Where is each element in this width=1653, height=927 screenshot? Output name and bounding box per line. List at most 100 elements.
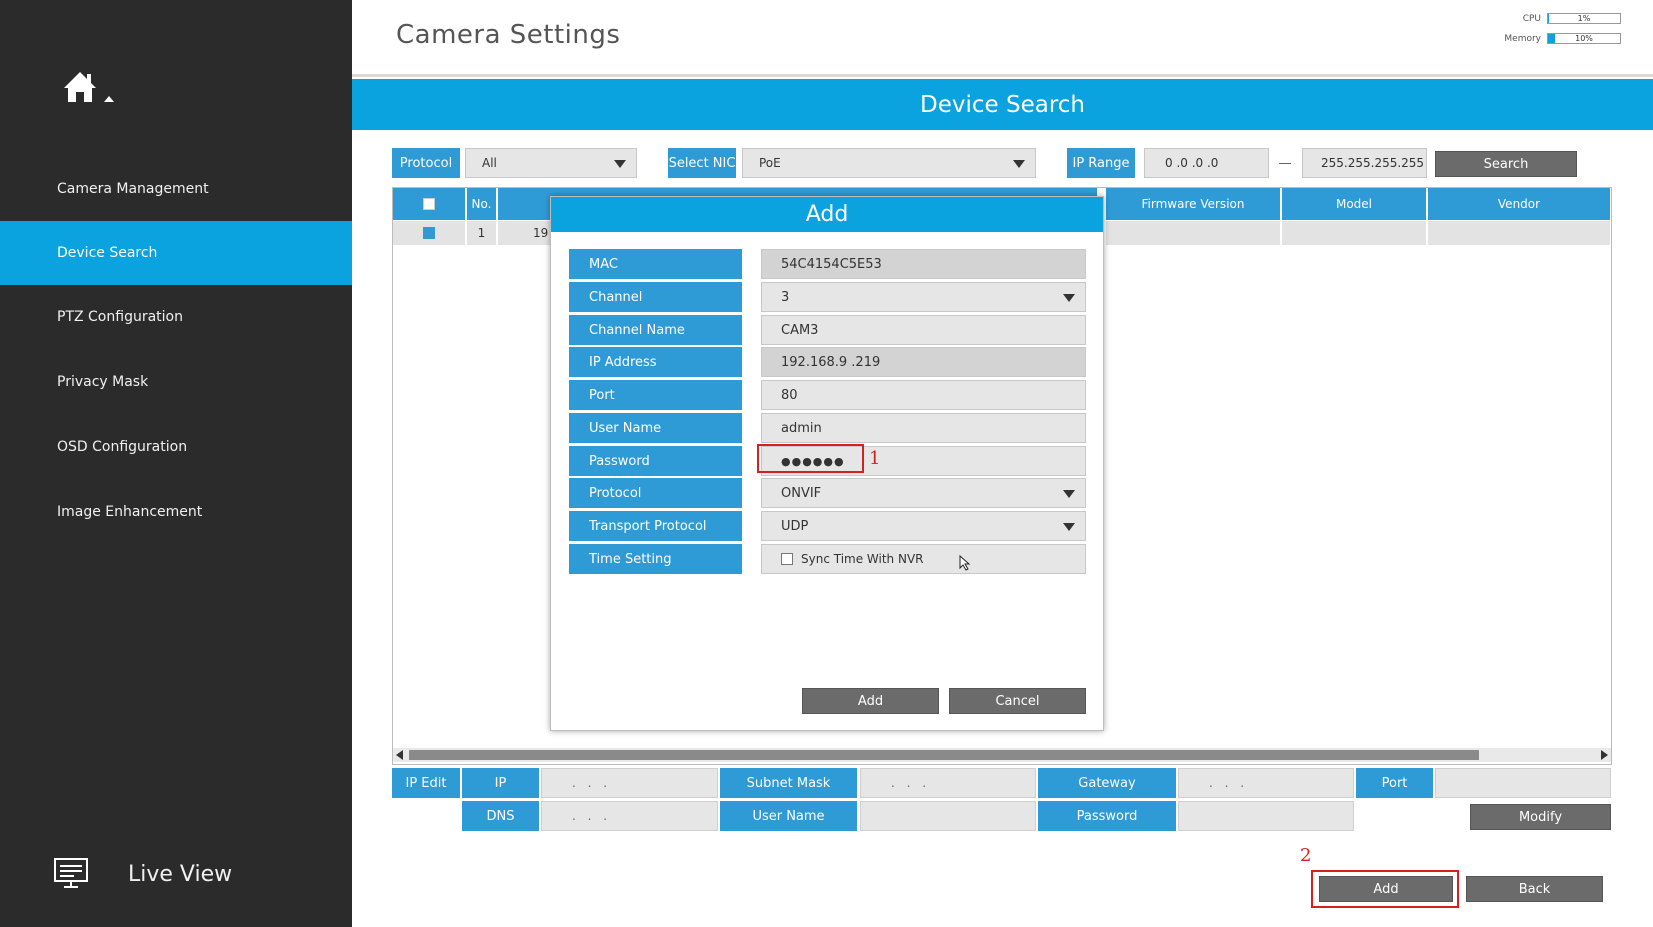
page-title: Camera Settings <box>396 20 621 50</box>
port-input[interactable] <box>1435 768 1611 798</box>
select-all-checkbox[interactable] <box>423 198 435 210</box>
ip-address-field: 192.168.9 .219 <box>761 347 1086 377</box>
row-vendor-cell <box>1428 221 1611 245</box>
transport-protocol-value: UDP <box>781 518 809 534</box>
sidebar-item-label: Image Enhancement <box>57 504 203 520</box>
mac-field: 54C4154C5E53 <box>761 249 1086 279</box>
ip-range-label: IP Range <box>1067 148 1135 178</box>
back-button[interactable]: Back <box>1466 876 1603 902</box>
sidebar-item-label: Camera Management <box>57 181 209 197</box>
cpu-meter: CPU 1% <box>1491 13 1621 24</box>
home-icon[interactable] <box>60 68 124 112</box>
range-dash <box>1279 163 1291 164</box>
sidebar-item-privacy-mask[interactable]: Privacy Mask <box>0 350 352 414</box>
password-label: Password <box>569 446 742 476</box>
horizontal-scrollbar[interactable] <box>393 748 1611 762</box>
search-button[interactable]: Search <box>1435 151 1577 177</box>
chevron-down-icon <box>614 160 626 168</box>
cpu-label: CPU <box>1522 13 1541 24</box>
protocol-label: Protocol <box>569 478 742 508</box>
dns-input[interactable]: . . . <box>541 801 718 831</box>
sidebar-item-device-search[interactable]: Device Search <box>0 221 352 285</box>
section-banner: Device Search <box>352 79 1653 130</box>
ip-range-start-input[interactable]: 0 .0 .0 .0 <box>1144 148 1269 178</box>
user-name-label: User Name <box>569 413 742 443</box>
sidebar: Camera Management Device Search PTZ Conf… <box>0 0 352 927</box>
annotation-number-2: 2 <box>1300 845 1312 866</box>
chevron-down-icon <box>1063 490 1075 498</box>
column-header-firmware: Firmware Version <box>1106 188 1281 220</box>
modify-button[interactable]: Modify <box>1470 804 1611 830</box>
scrollbar-thumb[interactable] <box>409 750 1479 760</box>
annotation-number-1: 1 <box>869 448 881 469</box>
row-firmware-cell <box>1106 221 1281 245</box>
subnet-mask-label: Subnet Mask <box>720 768 857 798</box>
column-header-model: Model <box>1282 188 1427 220</box>
nic-select-value: PoE <box>759 156 781 170</box>
header-divider <box>352 74 1653 77</box>
row-no-cell: 1 <box>467 221 497 245</box>
row-select-cell[interactable] <box>393 221 466 245</box>
channel-label: Channel <box>569 282 742 312</box>
ip-range-end-input[interactable]: 255.255.255.255 <box>1302 148 1427 178</box>
sync-time-label: Sync Time With NVR <box>801 552 924 566</box>
port-label: Port <box>569 380 742 410</box>
user-name-input[interactable]: admin <box>761 413 1086 443</box>
row-model-cell <box>1282 221 1427 245</box>
ip-input[interactable]: . . . <box>541 768 718 798</box>
scroll-right-icon[interactable] <box>1601 750 1608 760</box>
add-button[interactable]: Add <box>1319 876 1453 902</box>
cpu-value: 1% <box>1577 14 1591 23</box>
nic-label: Select NIC <box>668 148 736 178</box>
sidebar-item-label: Privacy Mask <box>57 374 149 390</box>
add-camera-dialog: Add MAC 54C4154C5E53 Channel 3 Channel N… <box>550 196 1104 731</box>
chevron-down-icon <box>1063 523 1075 531</box>
ip-label: IP <box>462 768 539 798</box>
sidebar-item-ptz-configuration[interactable]: PTZ Configuration <box>0 285 352 349</box>
dialog-title: Add <box>551 197 1103 232</box>
live-view-button[interactable]: Live View <box>54 858 232 890</box>
mac-label: MAC <box>569 249 742 279</box>
sidebar-item-osd-configuration[interactable]: OSD Configuration <box>0 415 352 479</box>
cursor-icon <box>959 555 971 571</box>
channel-value: 3 <box>781 289 790 305</box>
protocol-select-value: All <box>482 156 497 170</box>
subnet-mask-input[interactable]: . . . <box>860 768 1036 798</box>
sidebar-item-label: PTZ Configuration <box>57 309 183 325</box>
protocol-value: ONVIF <box>781 485 822 501</box>
channel-name-input[interactable]: CAM3 <box>761 315 1086 345</box>
port-input[interactable]: 80 <box>761 380 1086 410</box>
transport-protocol-select[interactable]: UDP <box>761 511 1086 541</box>
scroll-left-icon[interactable] <box>396 750 403 760</box>
sync-time-field[interactable]: Sync Time With NVR <box>761 544 1086 574</box>
chevron-down-icon <box>1013 160 1025 168</box>
protocol-select[interactable]: ONVIF <box>761 478 1086 508</box>
nic-select[interactable]: PoE <box>742 148 1036 178</box>
monitor-icon <box>54 858 88 888</box>
live-view-label: Live View <box>128 861 233 887</box>
gateway-label: Gateway <box>1038 768 1176 798</box>
protocol-select[interactable]: All <box>465 148 637 178</box>
edit-password-input[interactable] <box>1178 801 1354 831</box>
sidebar-item-camera-management[interactable]: Camera Management <box>0 157 352 221</box>
dialog-cancel-button[interactable]: Cancel <box>949 688 1086 714</box>
sidebar-item-image-enhancement[interactable]: Image Enhancement <box>0 480 352 544</box>
edit-user-name-input[interactable] <box>860 801 1036 831</box>
time-setting-label: Time Setting <box>569 544 742 574</box>
gateway-input[interactable]: . . . <box>1178 768 1354 798</box>
chevron-down-icon <box>1063 294 1075 302</box>
memory-label: Memory <box>1504 33 1541 44</box>
transport-protocol-label: Transport Protocol <box>569 511 742 541</box>
row-checkbox[interactable] <box>423 227 435 239</box>
channel-select[interactable]: 3 <box>761 282 1086 312</box>
memory-meter: Memory 10% <box>1491 33 1621 44</box>
dns-label: DNS <box>462 801 539 831</box>
dialog-add-button[interactable]: Add <box>802 688 939 714</box>
select-all-header[interactable] <box>393 188 466 220</box>
memory-value: 10% <box>1575 34 1593 43</box>
ip-edit-label: IP Edit <box>392 768 460 798</box>
sync-time-checkbox[interactable] <box>781 553 793 565</box>
channel-name-label: Channel Name <box>569 315 742 345</box>
edit-password-label: Password <box>1038 801 1176 831</box>
column-header-vendor: Vendor <box>1428 188 1611 220</box>
